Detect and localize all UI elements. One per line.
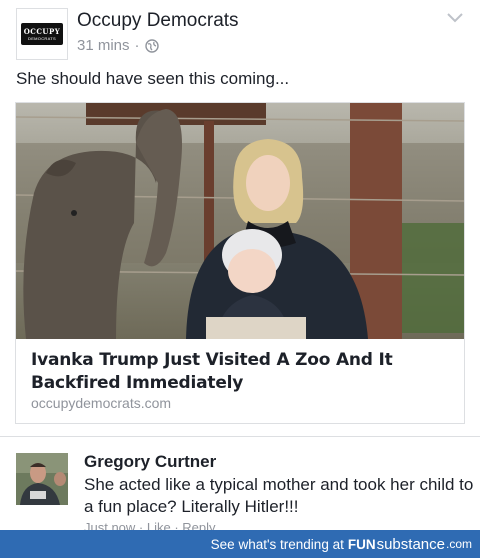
banner-brand-bold: FUN bbox=[347, 536, 376, 552]
preview-photo bbox=[16, 103, 464, 339]
comment-text: She acted like a typical mother and took… bbox=[84, 475, 474, 516]
banner-brand-regular: substance bbox=[376, 535, 445, 553]
comment-avatar[interactable] bbox=[16, 453, 68, 505]
page-name-link[interactable]: Occupy Democrats bbox=[77, 10, 239, 32]
commenter-photo bbox=[16, 453, 68, 505]
chevron-down-icon[interactable] bbox=[446, 12, 464, 24]
comment-author-link[interactable]: Gregory Curtner bbox=[84, 452, 216, 472]
watermark-banner: See what's trending at FUN substance .co… bbox=[0, 530, 480, 558]
globe-icon[interactable] bbox=[144, 38, 159, 53]
post-timestamp[interactable]: 31 mins bbox=[77, 37, 130, 54]
post-text: She should have seen this coming... bbox=[16, 69, 290, 88]
link-preview-domain: occupydemocrats.com bbox=[31, 395, 172, 411]
logo-line-2: DEMOCRATS bbox=[28, 35, 56, 41]
post-meta: 31 mins · bbox=[77, 37, 159, 54]
page-logo: OCCUPY DEMOCRATS bbox=[21, 23, 63, 45]
link-preview-card[interactable]: Ivanka Trump Just Visited A Zoo And It B… bbox=[15, 102, 465, 424]
banner-text: See what's trending at bbox=[210, 536, 344, 552]
logo-line-1: OCCUPY bbox=[23, 26, 61, 36]
link-preview-image[interactable] bbox=[16, 103, 464, 339]
link-preview-title[interactable]: Ivanka Trump Just Visited A Zoo And It B… bbox=[31, 349, 451, 395]
section-divider bbox=[0, 436, 480, 437]
banner-brand-suffix: .com bbox=[445, 537, 472, 551]
page-avatar[interactable]: OCCUPY DEMOCRATS bbox=[16, 8, 68, 60]
meta-separator: · bbox=[134, 37, 140, 54]
post-header: OCCUPY DEMOCRATS Occupy Democrats 31 min… bbox=[16, 8, 464, 60]
